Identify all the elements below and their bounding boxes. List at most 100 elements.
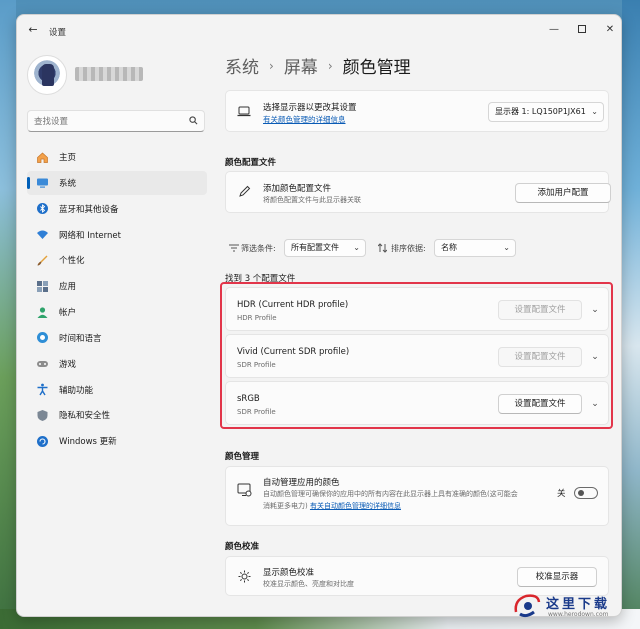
add-profile-subtitle: 将颜色配置文件与此显示器关联: [263, 196, 361, 204]
sort-label: 排序依据:: [391, 244, 426, 253]
wallpaper-left: [0, 0, 16, 629]
auto-color-desc-2: 消耗更多电力) 有关自动颜色管理的详细信息: [263, 501, 401, 511]
chevron-down-icon: ⌄: [591, 107, 598, 116]
sidebar-item-label: 隐私和安全性: [59, 411, 111, 422]
auto-color-toggle[interactable]: [574, 487, 598, 499]
sidebar-item-system[interactable]: 系统: [27, 170, 207, 195]
auto-color-title: 自动管理应用的颜色: [263, 478, 340, 488]
set-profile-button[interactable]: 设置配置文件: [498, 394, 582, 414]
calibration-title: 显示颜色校准: [263, 568, 315, 578]
add-profile-title: 添加颜色配置文件: [263, 184, 332, 194]
search-icon[interactable]: [189, 116, 198, 125]
sidebar-item-gaming[interactable]: 游戏: [27, 352, 207, 376]
sidebar-nav: 主页 系统 蓝牙和其他设备 网络和 Internet 个性化 应用 帐户 时间和…: [27, 145, 207, 455]
filter-dropdown[interactable]: 所有配置文件 ⌄: [284, 239, 366, 257]
sidebar-item-accessibility[interactable]: 辅助功能: [27, 378, 207, 402]
back-arrow-icon: ←: [28, 23, 38, 36]
close-button[interactable]: ✕: [599, 21, 621, 39]
search-box[interactable]: [27, 110, 205, 132]
profile-row-srgb[interactable]: sRGB SDR Profile 设置配置文件 ⌄: [225, 381, 609, 425]
sidebar-item-label: 主页: [59, 153, 77, 163]
sort-dropdown[interactable]: 名称 ⌄: [434, 239, 516, 257]
add-user-profile-button[interactable]: 添加用户配置: [515, 183, 611, 203]
calibration-subtitle: 校准显示颜色、亮度和对比度: [263, 580, 354, 588]
profile-row-hdr[interactable]: HDR (Current HDR profile) HDR Profile 设置…: [225, 287, 609, 331]
chevron-down-icon[interactable]: ⌄: [590, 399, 600, 409]
chevron-down-icon[interactable]: ⌄: [590, 305, 600, 315]
chevron-down-icon[interactable]: ⌄: [590, 352, 600, 362]
sidebar-item-windows-update[interactable]: Windows 更新: [27, 429, 207, 453]
sidebar-item-label: 时间和语言: [59, 333, 102, 344]
sidebar-item-label: 系统: [59, 178, 77, 189]
sidebar-item-label: Windows 更新: [59, 437, 117, 448]
auto-color-desc-1: 自动颜色管理可确保你的应用中的所有内容在此显示器上具有准确的颜色(这可能会: [263, 490, 518, 498]
profile-type: SDR Profile: [237, 408, 276, 416]
chevron-right-icon: ›: [269, 58, 274, 73]
sort-icon: [378, 243, 387, 253]
color-management-info-link[interactable]: 有关颜色管理的详细信息: [263, 114, 346, 125]
set-profile-button[interactable]: 设置配置文件: [498, 300, 582, 320]
brush-icon: [35, 253, 49, 267]
home-icon: [35, 150, 49, 164]
maximize-icon: [578, 25, 586, 33]
profile-type: SDR Profile: [237, 361, 276, 369]
avatar-figure-icon: [42, 64, 54, 86]
profile-row-vivid[interactable]: Vivid (Current SDR profile) SDR Profile …: [225, 334, 609, 378]
auto-color-desc-2-text: 消耗更多电力): [263, 502, 308, 510]
filter-dropdown-value: 所有配置文件: [291, 243, 339, 252]
profile-name: Vivid (Current SDR profile): [237, 347, 350, 357]
auto-color-card: 自动管理应用的颜色 自动颜色管理可确保你的应用中的所有内容在此显示器上具有准确的…: [225, 466, 609, 526]
display-select-title: 选择显示器以更改其设置: [263, 103, 357, 113]
system-icon: [35, 176, 49, 190]
shield-icon: [35, 408, 49, 422]
chevron-right-icon: ›: [327, 58, 333, 73]
sidebar-item-home[interactable]: 主页: [27, 145, 207, 169]
minimize-icon: —: [549, 24, 559, 35]
sidebar-item-label: 蓝牙和其他设备: [59, 204, 119, 215]
sidebar-item-time-language[interactable]: 时间和语言: [27, 326, 207, 350]
chevron-down-icon: ⌄: [353, 243, 360, 252]
display-dropdown[interactable]: 显示器 1: LQ150P1JX61 ⌄: [488, 102, 604, 122]
update-icon: [35, 434, 49, 448]
user-name-blurred: [75, 67, 143, 81]
breadcrumb-display[interactable]: 屏幕: [284, 53, 318, 78]
brightness-icon: [238, 570, 251, 583]
sidebar-item-label: 网络和 Internet: [59, 230, 121, 241]
app-title: 设置: [49, 28, 67, 38]
display-select-card: 选择显示器以更改其设置 有关颜色管理的详细信息 显示器 1: LQ150P1JX…: [225, 90, 609, 132]
set-profile-button[interactable]: 设置配置文件: [498, 347, 582, 367]
profile-type: HDR Profile: [237, 314, 277, 322]
breadcrumb-system[interactable]: 系统: [225, 53, 259, 78]
sidebar-item-personalization[interactable]: 个性化: [27, 248, 207, 272]
calibrate-display-button[interactable]: 校准显示器: [517, 567, 597, 587]
sidebar-item-bluetooth[interactable]: 蓝牙和其他设备: [27, 197, 207, 221]
search-input[interactable]: [34, 114, 184, 129]
watermark-url: www.herodown.com: [548, 611, 609, 618]
chevron-down-icon: ⌄: [503, 243, 510, 252]
title-bar: ← 设置 — ✕: [17, 15, 621, 45]
apps-icon: [35, 279, 49, 293]
breadcrumb: 系统 › 屏幕 › 颜色管理: [225, 53, 411, 78]
settings-window: ← 设置 — ✕ 主页 系统 蓝牙和其他设备 网络和 Internet 个性化: [16, 14, 622, 617]
auto-color-info-link[interactable]: 有关自动颜色管理的详细信息: [310, 502, 401, 510]
laptop-icon: [237, 106, 251, 117]
accessibility-icon: [35, 383, 49, 397]
sidebar-item-label: 游戏: [59, 359, 77, 370]
color-management-heading: 颜色管理: [225, 452, 260, 462]
gamepad-icon: [35, 357, 49, 371]
sidebar-item-accounts[interactable]: 帐户: [27, 300, 207, 324]
avatar[interactable]: [27, 55, 67, 95]
sidebar-item-label: 应用: [59, 282, 77, 293]
maximize-button[interactable]: [571, 21, 593, 39]
color-profiles-heading: 颜色配置文件: [225, 158, 277, 168]
monitor-color-icon: [237, 483, 252, 497]
sidebar-item-apps[interactable]: 应用: [27, 274, 207, 298]
sidebar-item-network[interactable]: 网络和 Internet: [27, 223, 207, 247]
minimize-button[interactable]: —: [543, 21, 565, 39]
profile-name: sRGB: [237, 394, 260, 404]
calibration-heading: 颜色校准: [225, 542, 260, 552]
filter-icon: [229, 244, 239, 252]
wallpaper-right: [622, 0, 640, 629]
sidebar-item-privacy[interactable]: 隐私和安全性: [27, 403, 207, 427]
back-button[interactable]: ←: [25, 23, 41, 39]
